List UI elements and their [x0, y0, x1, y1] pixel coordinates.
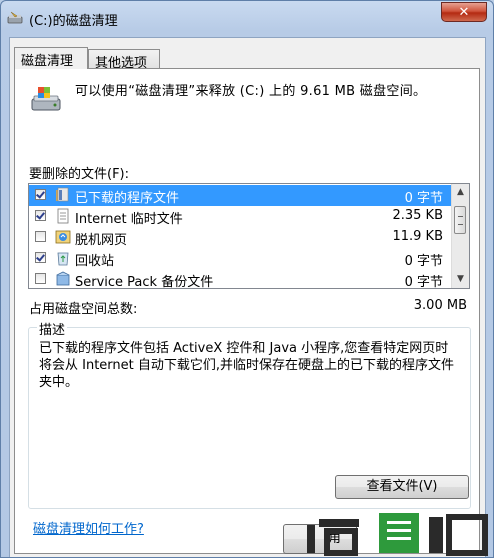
list-scrollbar[interactable]: ▲ ▼: [451, 184, 469, 288]
list-item[interactable]: Service Pack 备份文件 0 字节: [29, 269, 453, 289]
tab-disk-cleanup[interactable]: 磁盘清理: [14, 47, 88, 69]
description-title: 描述: [37, 319, 68, 338]
files-listbox[interactable]: 已下载的程序文件 0 字节 Internet 临时文件 2.35 KB 脱机网页…: [28, 183, 470, 289]
checkbox[interactable]: [35, 273, 46, 284]
list-item[interactable]: 脱机网页 11.9 KB: [29, 227, 453, 248]
list-item[interactable]: 回收站 0 字节: [29, 248, 453, 269]
window-title: (C:)的磁盘清理: [29, 14, 118, 29]
list-item-name: 已下载的程序文件: [75, 191, 180, 206]
list-item-size: 0 字节: [404, 254, 443, 269]
description-group: 描述 已下载的程序文件包括 ActiveX 控件和 Java 小程序,您查看特定…: [28, 319, 471, 509]
tab-panel: 可以使用“磁盘清理”来释放 (C:) 上的 9.61 MB 磁盘空间。 要删除的…: [14, 68, 480, 554]
description-text: 已下载的程序文件包括 ActiveX 控件和 Java 小程序,您查看特定网页时…: [39, 341, 455, 390]
checkbox[interactable]: [35, 231, 46, 242]
list-item-name: Service Pack 备份文件: [75, 275, 214, 289]
close-button[interactable]: ✕: [441, 2, 487, 22]
hard-drive-icon: [31, 87, 61, 111]
scroll-down-icon[interactable]: ▼: [452, 271, 469, 288]
total-space-label: 占用磁盘空间总数:: [29, 302, 138, 317]
help-link[interactable]: 磁盘清理如何工作?: [33, 518, 144, 537]
tab-more-options[interactable]: 其他选项: [88, 49, 160, 71]
page-icon: [57, 208, 69, 224]
recycle-bin-icon: [57, 252, 69, 266]
list-item-size: 0 字节: [404, 275, 443, 289]
title-bar[interactable]: (C:)的磁盘清理 ✕: [1, 1, 493, 37]
list-item[interactable]: Internet 临时文件 2.35 KB: [29, 206, 453, 227]
watermark-logo: [307, 513, 488, 556]
list-item-size: 0 字节: [404, 191, 443, 206]
total-space-value: 3.00 MB: [413, 298, 467, 313]
view-files-button[interactable]: 查看文件(V): [335, 475, 469, 499]
checkbox[interactable]: [35, 210, 46, 221]
package-icon: [56, 271, 70, 286]
scroll-thumb[interactable]: [454, 206, 466, 234]
list-item-name: 回收站: [75, 254, 115, 269]
list-item-name: 脱机网页: [75, 233, 128, 248]
list-item[interactable]: 已下载的程序文件 0 字节: [29, 185, 453, 206]
scroll-up-icon[interactable]: ▲: [452, 184, 469, 201]
list-item-size: 11.9 KB: [392, 229, 443, 244]
files-to-delete-label: 要删除的文件(F):: [29, 167, 130, 182]
list-item-name: Internet 临时文件: [75, 212, 183, 227]
disk-cleanup-icon: [7, 11, 23, 24]
offline-pages-icon: [55, 230, 71, 244]
list-item-size: 2.35 KB: [392, 208, 443, 223]
dialog-client: 磁盘清理 其他选项 可以使用“磁盘清理”来释放 (C:) 上的 9.61 MB …: [9, 37, 486, 557]
checkbox[interactable]: [35, 189, 46, 200]
intro-text: 可以使用“磁盘清理”来释放 (C:) 上的 9.61 MB 磁盘空间。: [75, 84, 427, 99]
disk-cleanup-window: (C:)的磁盘清理 ✕ 磁盘清理 其他选项 可以使用“磁盘清理”来释放 (C:)…: [0, 0, 494, 558]
checkbox[interactable]: [35, 252, 46, 263]
folder-icon: [56, 187, 69, 202]
